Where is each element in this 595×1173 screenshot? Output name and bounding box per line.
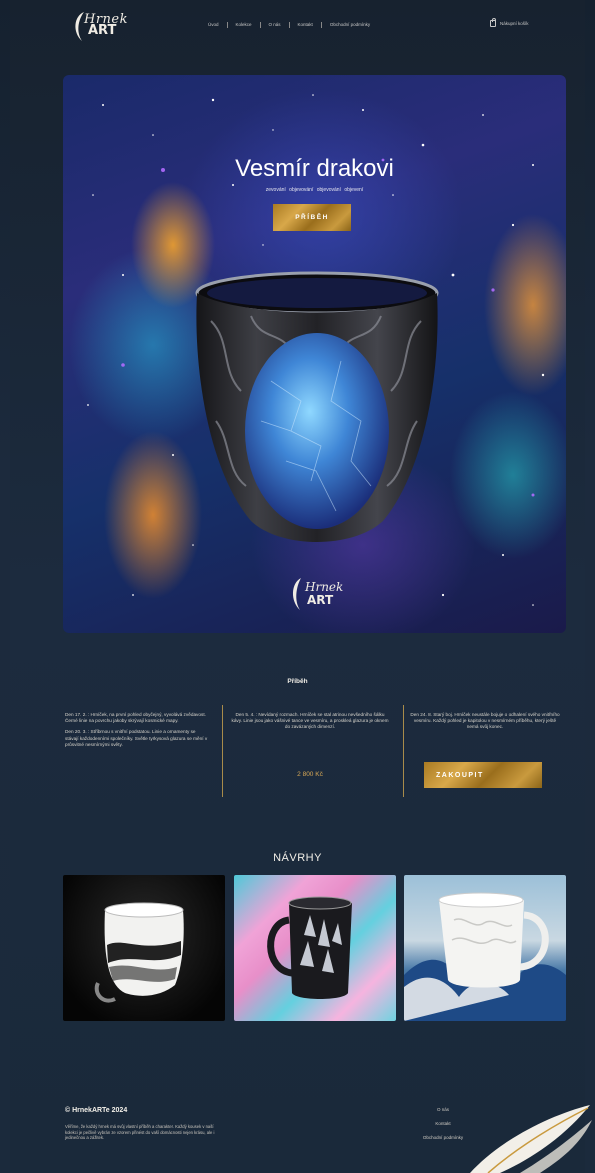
logo[interactable]: Hrnek ART bbox=[70, 10, 128, 44]
design-card-marble-mug[interactable] bbox=[63, 875, 225, 1021]
hero-subtitle: zevování objevování objevování objevení bbox=[265, 187, 364, 193]
product-price: 2 800 Kč bbox=[297, 771, 323, 778]
design-card-wave-mug[interactable] bbox=[404, 875, 566, 1021]
nav-item-o-nas[interactable]: O nás bbox=[261, 22, 290, 28]
hero-title: Vesmír drakovi bbox=[235, 155, 394, 182]
crystal-mug-image bbox=[267, 896, 352, 999]
footer-description: Věříme, že každý hrnek má svůj vlastní p… bbox=[65, 1124, 215, 1140]
nav-item-kontakt[interactable]: Kontakt bbox=[290, 22, 322, 28]
hero-banner: Vesmír drakovi zevování objevování objev… bbox=[63, 75, 566, 633]
cart-link[interactable]: Nákupní košík bbox=[490, 18, 529, 27]
story-column-2: Den 5. 4. : Nevídaný rozmach. Hrníček se… bbox=[230, 712, 390, 736]
page: Hrnek ART Úvod Kolekce O nás Kontakt Obc… bbox=[10, 0, 592, 1173]
svg-text:ART: ART bbox=[307, 593, 334, 607]
logo-art-text: ART bbox=[88, 23, 117, 38]
story-column-3: Den 24. 8. Starý boj. Hrníček neustále b… bbox=[410, 712, 560, 736]
story-button[interactable]: PŘÍBĚH bbox=[273, 204, 351, 231]
story-entry: Den 20. 3. : Stříbrnou s vnitřní podstat… bbox=[65, 729, 208, 747]
wave-mug-image bbox=[404, 892, 566, 1021]
svg-text:Hrnek: Hrnek bbox=[304, 580, 343, 594]
story-column-1: Den 17. 2. : Hrníček, na první pohled ob… bbox=[65, 712, 210, 753]
buy-button[interactable]: ZAKOUPIT bbox=[424, 762, 542, 788]
story-entry: Den 17. 2. : Hrníček, na první pohled ob… bbox=[65, 712, 206, 724]
nav-item-kolekce[interactable]: Kolekce bbox=[228, 22, 261, 28]
designs-title: NÁVRHY bbox=[273, 852, 322, 864]
shopping-bag-icon bbox=[490, 18, 496, 27]
feather-decoration-icon bbox=[470, 1105, 592, 1173]
column-divider bbox=[403, 705, 404, 797]
nav-item-uvod[interactable]: Úvod bbox=[200, 22, 228, 28]
nav-item-obchodni-podminky[interactable]: Obchodní podmínky bbox=[322, 22, 378, 28]
column-divider bbox=[222, 705, 223, 797]
story-title: Příběh bbox=[287, 678, 308, 685]
marble-mug-image bbox=[94, 902, 184, 1003]
cart-label: Nákupní košík bbox=[500, 21, 529, 26]
design-card-crystal-mug[interactable] bbox=[234, 875, 396, 1021]
story-entry: Den 24. 8. Starý boj. Hrníček neustále b… bbox=[410, 712, 560, 730]
story-entry: Den 5. 4. : Nevídaný rozmach. Hrníček se… bbox=[231, 712, 389, 730]
hero-logo-icon: Hrnek ART bbox=[292, 578, 343, 610]
main-nav: Úvod Kolekce O nás Kontakt Obchodní podm… bbox=[200, 22, 378, 28]
footer-copyright: © HrnekARTe 2024 bbox=[65, 1107, 128, 1114]
dragon-mug-image bbox=[195, 271, 439, 542]
